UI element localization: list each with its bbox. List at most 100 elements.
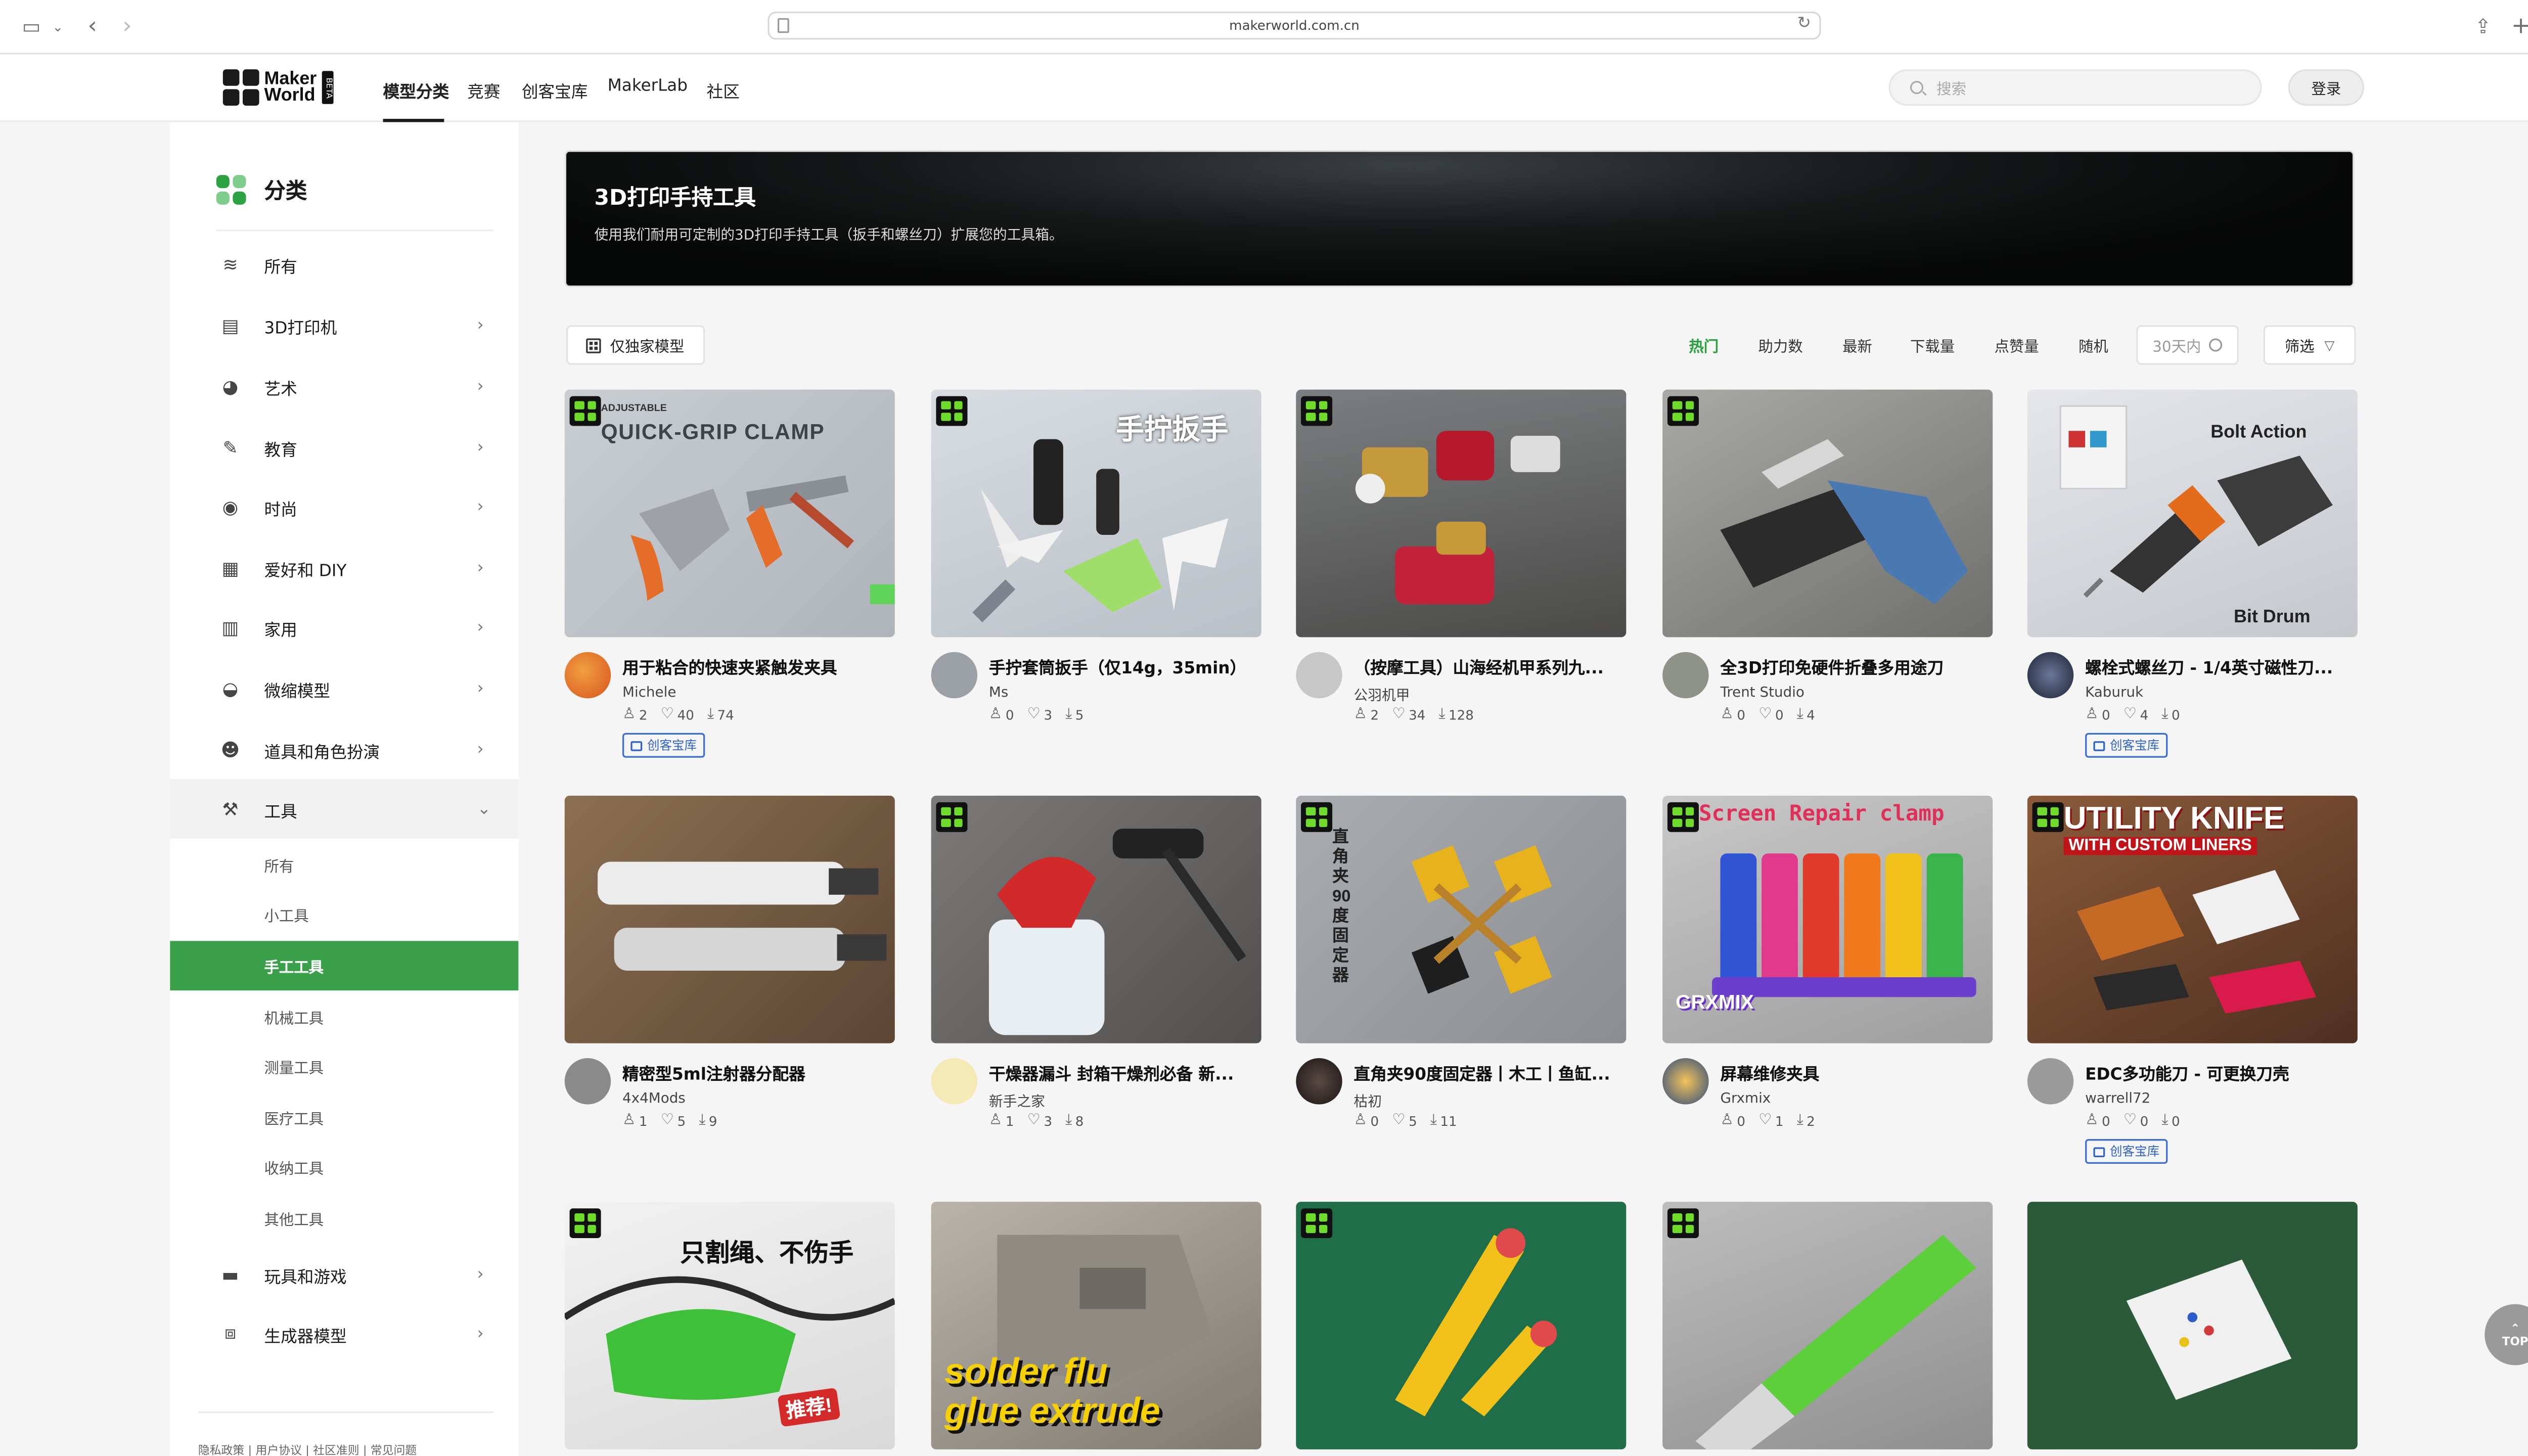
model-thumbnail[interactable]	[1296, 389, 1627, 638]
forward-icon[interactable]: ›	[117, 13, 137, 39]
sidebar-item-generators[interactable]: ⧈ 生成器模型 ›	[170, 1304, 518, 1364]
nav-community[interactable]: 社区	[707, 77, 740, 103]
sidebar-item-props-cosplay[interactable]: ☻ 道具和角色扮演 ›	[170, 720, 518, 780]
reload-icon[interactable]: ↻	[1797, 15, 1811, 33]
thumbnail-caption: solder flu	[944, 1350, 1108, 1392]
mech-toys-illustration	[1355, 431, 1560, 605]
model-thumbnail[interactable]	[1296, 1202, 1627, 1449]
sidebar-item-household[interactable]: ▥ 家用 ›	[170, 598, 518, 657]
address-text: makerworld.com.cn	[1229, 18, 1360, 33]
model-thumbnail[interactable]: Bolt Action Bit Drum	[2027, 389, 2358, 638]
model-thumbnail[interactable]	[2027, 1202, 2358, 1449]
avatar[interactable]	[2027, 1058, 2074, 1105]
avatar[interactable]	[1662, 652, 1709, 699]
exclusive-models-toggle[interactable]: 仅独家模型	[566, 325, 705, 365]
model-thumbnail[interactable]	[1662, 389, 1993, 638]
sidebar-footer-links[interactable]: 隐私政策 | 用户协议 | 社区准则 | 常见问题	[198, 1443, 417, 1456]
model-author[interactable]: Ms	[989, 685, 1008, 702]
nav-model-categories[interactable]: 模型分类	[383, 77, 449, 103]
address-bar[interactable]: makerworld.com.cn ↻	[768, 11, 1821, 40]
model-thumbnail[interactable]: 手拧扳手	[931, 389, 1261, 638]
sort-random[interactable]: 随机	[2079, 335, 2108, 357]
sidebar-item-art[interactable]: ◕ 艺术 ›	[170, 356, 518, 416]
subcategory-storage-tools[interactable]: 收纳工具	[170, 1143, 518, 1192]
sidebar-toggle-icon[interactable]: ▭	[20, 13, 43, 39]
model-thumbnail[interactable]	[564, 795, 895, 1043]
sort-popular[interactable]: 热门	[1689, 335, 1719, 357]
subcategory-all[interactable]: 所有	[170, 840, 518, 890]
model-thumbnail[interactable]: ADJUSTABLE QUICK-GRIP CLAMP	[564, 389, 895, 638]
model-thumbnail[interactable]: 直角夹90度固定器	[1296, 795, 1627, 1043]
login-button[interactable]: 登录	[2288, 69, 2364, 106]
sidebar-item-tools[interactable]: ⚒ 工具 ⌄	[170, 779, 519, 839]
model-author[interactable]: Kaburuk	[2085, 685, 2143, 702]
sidebar-item-education[interactable]: ✎ 教育 ›	[170, 418, 518, 477]
nav-contests[interactable]: 竞赛	[467, 77, 500, 103]
model-title[interactable]: 螺栓式螺丝刀 - 1/4英寸磁性刀...	[2085, 654, 2358, 678]
subcategory-gadgets[interactable]: 小工具	[170, 890, 518, 939]
model-thumbnail[interactable]: Screen Repair clamp GRXMIX	[1662, 795, 1993, 1043]
avatar[interactable]	[2027, 652, 2074, 699]
chevron-down-icon[interactable]: ⌄	[50, 13, 66, 39]
model-author[interactable]: Grxmix	[1720, 1091, 1771, 1108]
new-tab-icon[interactable]: +	[2509, 13, 2528, 39]
sort-downloads[interactable]: 下载量	[1910, 335, 1955, 357]
avatar[interactable]	[931, 652, 978, 699]
model-title[interactable]: 直角夹90度固定器丨木工丨鱼缸...	[1354, 1060, 1627, 1084]
maker-vault-tag[interactable]: 创客宝库	[622, 733, 705, 758]
avatar[interactable]	[564, 652, 611, 699]
sidebar-item-hobby-diy[interactable]: ▦ 爱好和 DIY ›	[170, 538, 518, 598]
filter-label: 筛选	[2284, 339, 2315, 356]
sidebar-item-fashion[interactable]: ◉ 时尚 ›	[170, 477, 518, 537]
sidebar-item-miniatures[interactable]: ◒ 微缩模型 ›	[170, 659, 518, 718]
share-icon[interactable]: ⇪	[2471, 13, 2495, 39]
model-thumbnail[interactable]	[931, 795, 1261, 1043]
avatar[interactable]	[564, 1058, 611, 1105]
subcategory-medical-tools[interactable]: 医疗工具	[170, 1093, 518, 1143]
period-select[interactable]: 30天内	[2136, 325, 2239, 365]
model-author[interactable]: 新手之家	[989, 1091, 1045, 1111]
model-author[interactable]: warrell72	[2085, 1091, 2150, 1108]
makerworld-logo[interactable]: Maker World BETA	[222, 69, 333, 106]
maker-vault-tag[interactable]: 创客宝库	[2085, 733, 2168, 758]
model-thumbnail[interactable]: 只割绳、不伤手 推荐!	[564, 1202, 895, 1449]
avatar[interactable]	[931, 1058, 978, 1105]
avatar[interactable]	[1296, 652, 1342, 699]
sidebar-item-toys-games[interactable]: ▬ 玩具和游戏 ›	[170, 1245, 518, 1304]
model-thumbnail[interactable]: UTILITY KNIFE WITH CUSTOM LINERS	[2027, 795, 2358, 1043]
model-title[interactable]: EDC多功能刀 - 可更换刀壳	[2085, 1060, 2358, 1084]
sort-likes[interactable]: 点赞量	[1994, 335, 2039, 357]
back-to-top-button[interactable]: ⌃ TOP	[2485, 1304, 2528, 1366]
model-title[interactable]: 屏幕维修夹具	[1720, 1060, 1993, 1084]
subcategory-mechanical-tools[interactable]: 机械工具	[170, 992, 518, 1041]
model-author[interactable]: Trent Studio	[1720, 685, 1804, 702]
model-title[interactable]: 手拧套筒扳手（仅14g，35min）	[989, 654, 1261, 678]
model-title[interactable]: （按摩工具）山海经机甲系列九...	[1354, 654, 1627, 678]
sidebar-item-all[interactable]: ≋ 所有	[170, 235, 518, 294]
avatar[interactable]	[1662, 1058, 1709, 1105]
subcategory-other-tools[interactable]: 其他工具	[170, 1194, 518, 1243]
sort-newest[interactable]: 最新	[1842, 335, 1872, 357]
model-title[interactable]: 精密型5ml注射器分配器	[622, 1060, 895, 1084]
avatar[interactable]	[1296, 1058, 1342, 1105]
filter-button[interactable]: 筛选 ▽	[2263, 325, 2356, 365]
model-title[interactable]: 用于粘合的快速夹紧触发夹具	[622, 654, 895, 678]
nav-makerlab[interactable]: MakerLab	[608, 77, 688, 96]
model-thumbnail[interactable]: solder flu glue extrude	[931, 1202, 1261, 1449]
model-author[interactable]: 4x4Mods	[622, 1091, 686, 1108]
nav-maker-vault[interactable]: 创客宝库	[522, 77, 588, 103]
search-input[interactable]: 搜索	[1888, 69, 2262, 106]
subcategory-hand-tools[interactable]: 手工工具	[170, 941, 519, 991]
sidebar-item-3d-printer[interactable]: ▤ 3D打印机 ›	[170, 295, 518, 355]
model-author[interactable]: 枯初	[1354, 1091, 1382, 1111]
model-author[interactable]: Michele	[622, 685, 676, 702]
model-author[interactable]: 公羽机甲	[1354, 685, 1410, 705]
back-icon[interactable]: ‹	[82, 13, 102, 39]
model-title[interactable]: 全3D打印免硬件折叠多用途刀	[1720, 654, 1993, 678]
sort-boosts[interactable]: 助力数	[1758, 335, 1803, 357]
model-title[interactable]: 干燥器漏斗 封箱干燥剂必备 新...	[989, 1060, 1261, 1084]
model-thumbnail[interactable]	[1662, 1202, 1993, 1449]
subcategory-measuring-tools[interactable]: 测量工具	[170, 1041, 518, 1091]
download-count: 11	[1440, 1113, 1457, 1128]
maker-vault-tag[interactable]: 创客宝库	[2085, 1139, 2168, 1164]
